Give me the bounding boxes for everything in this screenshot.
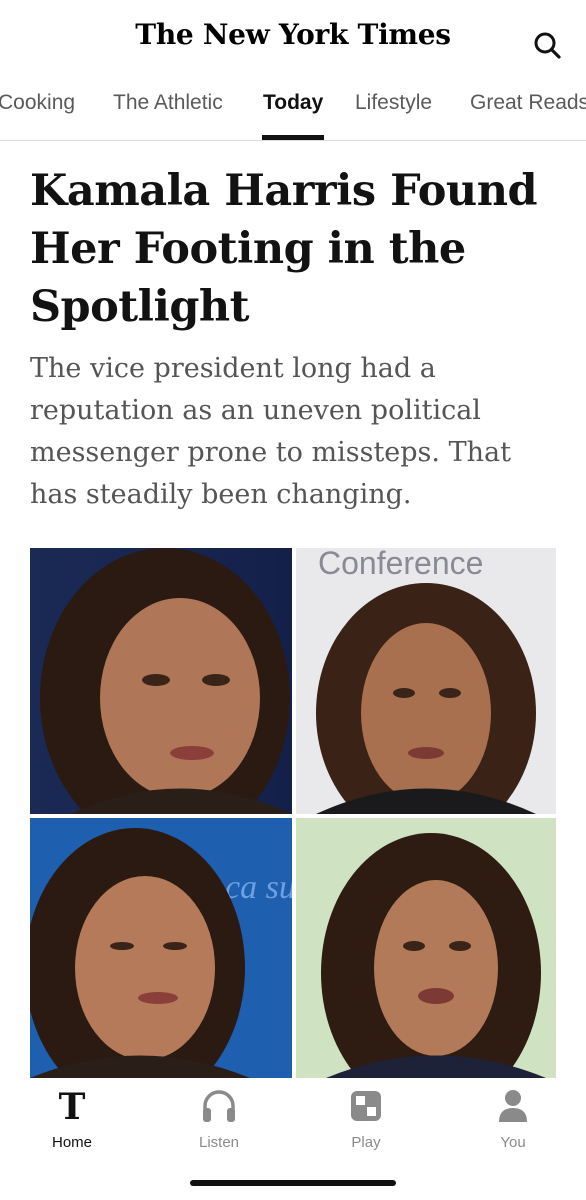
nav-label-home: Home [51, 1134, 92, 1151]
tab-lifestyle[interactable]: Lifestyle [355, 90, 432, 130]
home-indicator[interactable] [190, 1180, 396, 1186]
article-summary[interactable]: The vice president long had a reputation… [30, 348, 560, 516]
nav-listen[interactable]: Listen [169, 1086, 269, 1151]
person-icon [493, 1086, 533, 1126]
photo-background-text-2: ca su [225, 869, 292, 906]
tab-great-reads[interactable]: Great Reads [470, 90, 586, 130]
masthead-logo[interactable]: The New York Times [0, 18, 586, 51]
photo-bottom-right [296, 818, 556, 1078]
tab-the-athletic[interactable]: The Athletic [113, 90, 223, 130]
photo-top-right: Conference [296, 548, 556, 814]
photo-background-text: Conference [318, 548, 483, 581]
active-tab-indicator [262, 135, 324, 140]
svg-text:T: T [59, 1086, 86, 1126]
nav-play[interactable]: Play [316, 1086, 416, 1151]
tab-cooking[interactable]: Cooking [0, 90, 75, 130]
nav-label-listen: Listen [198, 1134, 240, 1151]
top-bar: The New York Times [0, 0, 586, 80]
headphones-icon [199, 1086, 239, 1126]
nav-you[interactable]: You [463, 1086, 563, 1151]
nyt-t-logo-icon: T [52, 1086, 92, 1128]
nav-label-you: You [500, 1134, 526, 1151]
nav-label-play: Play [351, 1134, 381, 1151]
games-grid-icon [346, 1086, 386, 1126]
article-headline[interactable]: Kamala Harris Found Her Footing in the S… [30, 162, 560, 336]
tab-today[interactable]: Today [263, 90, 323, 130]
photo-bottom-left: ca su [30, 818, 292, 1078]
search-button[interactable] [530, 28, 566, 64]
section-tabs: Cooking The Athletic Today Lifestyle Gre… [0, 80, 586, 141]
article-image-grid[interactable]: Conference ca su [30, 548, 556, 1078]
nav-home[interactable]: T Home [22, 1086, 122, 1151]
photo-top-left [30, 548, 292, 814]
search-icon [534, 32, 561, 59]
